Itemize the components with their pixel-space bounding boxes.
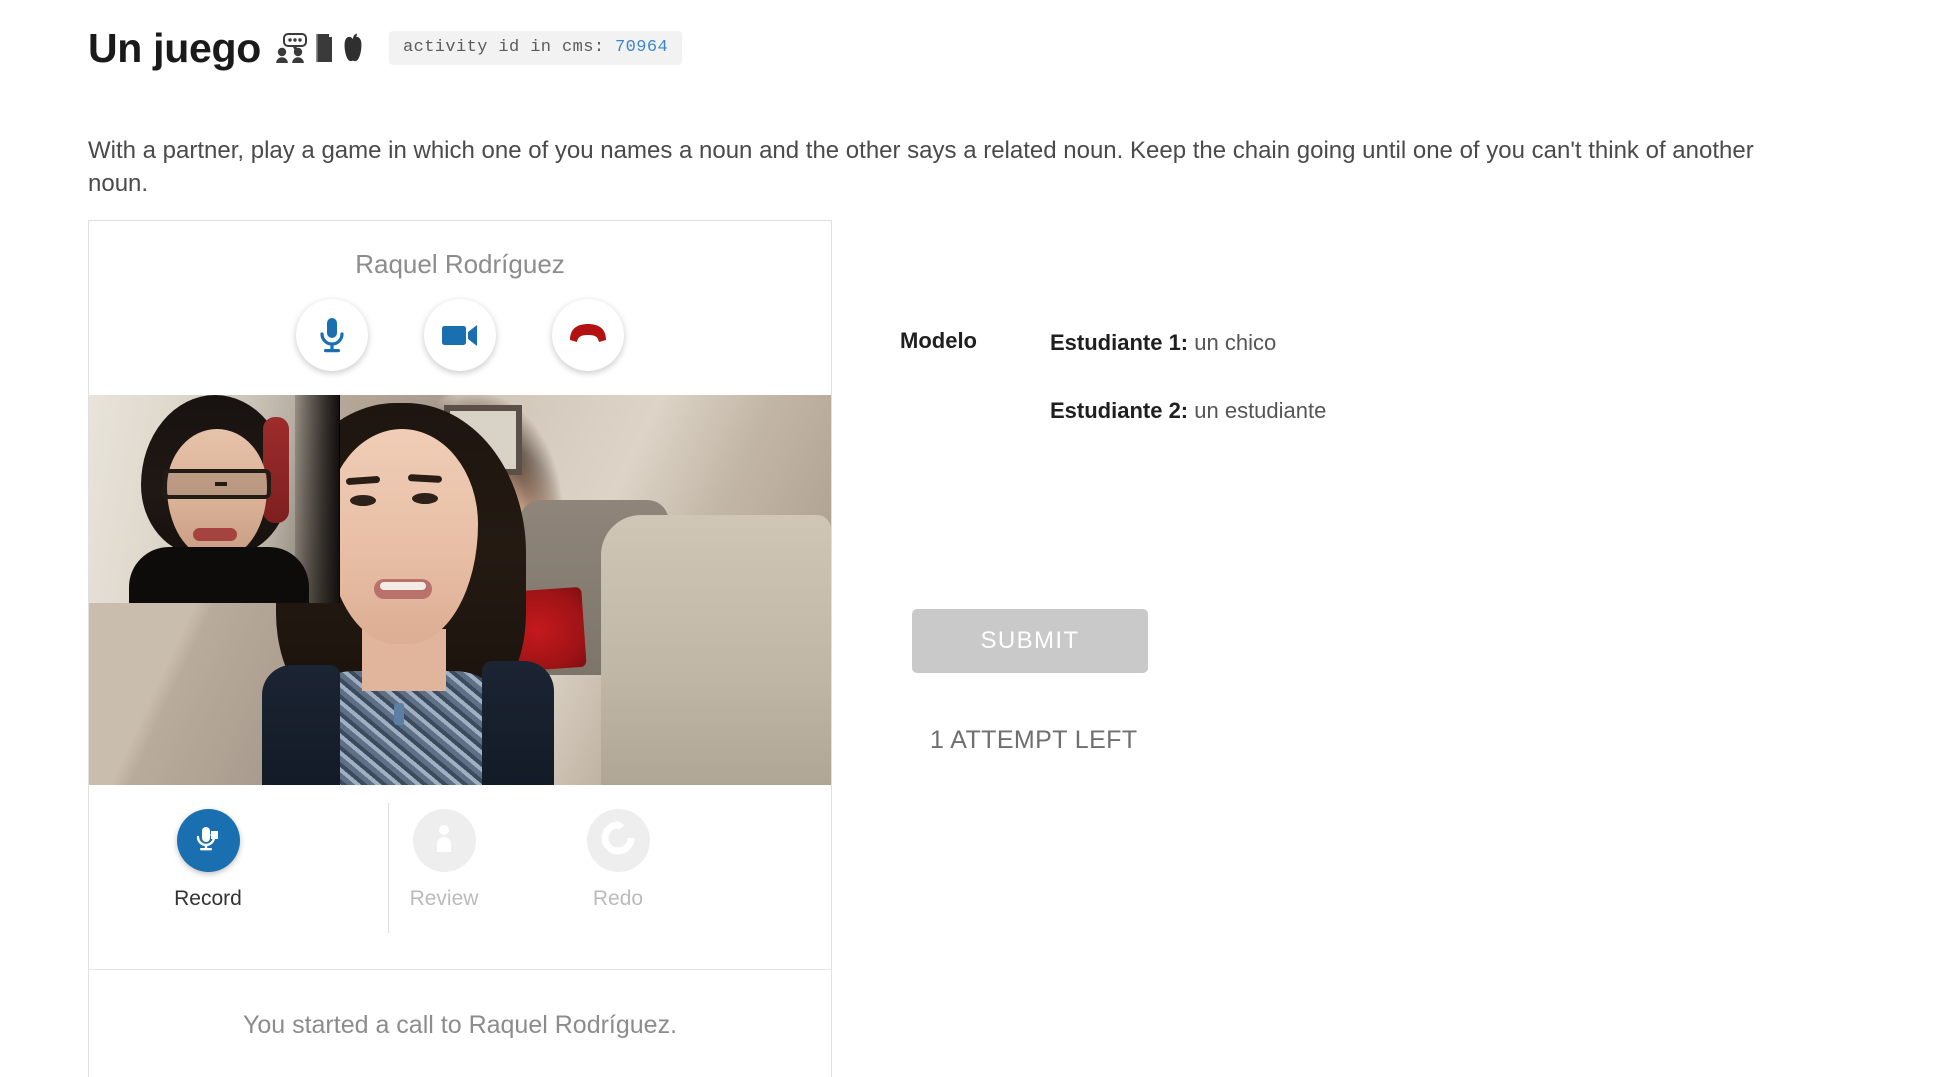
recorder-toolbar: Record Review Redo: [89, 785, 831, 970]
modelo-text: un estudiante: [1188, 398, 1327, 424]
recorder-divider: [388, 803, 389, 933]
remote-cardigan-left: [262, 665, 340, 785]
record-button[interactable]: Record: [129, 809, 287, 909]
title-icon-group: [275, 33, 365, 63]
remote-face: [326, 429, 478, 644]
video-stage: [89, 395, 831, 785]
camera-button[interactable]: [424, 299, 496, 371]
pair-conversation-icon: [275, 33, 307, 63]
remote-eye-right: [412, 493, 438, 504]
remote-mouth: [374, 579, 432, 599]
cms-badge-label: activity id in cms:: [402, 38, 605, 57]
refresh-circle-icon: [601, 821, 635, 860]
modelo-text: un chico: [1188, 330, 1277, 355]
modelo-speaker: Estudiante 2:: [1050, 398, 1189, 424]
page-title: Un juego: [88, 24, 261, 71]
activity-right-column: Modelo Estudiante 1: un chico Estudiante…: [900, 300, 1860, 753]
modelo-speaker: Estudiante 1:: [1050, 330, 1189, 355]
redo-icon-circle: [586, 809, 650, 872]
submit-button[interactable]: SUBMIT: [912, 608, 1148, 673]
video-camera-icon: [441, 322, 479, 348]
submit-area: SUBMIT 1 ATTEMPT LEFT: [900, 608, 1860, 754]
modelo-lines: Estudiante 1: un chico Estudiante 2: un …: [1050, 300, 1860, 467]
record-label: Record: [174, 887, 242, 910]
remote-eye-left: [350, 495, 376, 506]
self-glasses: [163, 469, 271, 499]
person-play-icon: [429, 822, 459, 859]
redo-button[interactable]: Redo: [539, 809, 697, 909]
hangup-button[interactable]: [552, 299, 624, 371]
modelo-label: Modelo: [900, 328, 977, 353]
remote-necklace: [394, 703, 404, 725]
review-label: Review: [409, 887, 479, 910]
callee-name: Raquel Rodríguez: [355, 249, 565, 279]
modelo-line: Estudiante 2: un estudiante: [1050, 398, 1860, 424]
apple-icon: [341, 33, 365, 63]
modelo-block: Modelo Estudiante 1: un chico Estudiante…: [900, 300, 1860, 467]
book-icon: [314, 33, 334, 63]
record-icon-circle: [176, 809, 240, 872]
microphone-icon: [315, 316, 349, 354]
cms-activity-id-badge: activity id in cms: 70964: [388, 31, 683, 65]
review-icon-circle: [412, 809, 476, 872]
modelo-line: Estudiante 1: un chico: [1050, 330, 1860, 356]
microphone-record-icon: [192, 822, 224, 859]
background-armchair: [601, 515, 831, 785]
cms-activity-id: 70964: [615, 38, 669, 57]
self-video-feed[interactable]: [89, 395, 340, 603]
instructions-text: With a partner, play a game in which one…: [88, 137, 1754, 198]
self-body: [129, 547, 309, 603]
page-header: Un juego activity id in cms: 70964: [88, 22, 683, 74]
self-mouth: [193, 528, 237, 541]
redo-label: Redo: [592, 887, 644, 910]
attempts-left-text: 1 ATTEMPT LEFT: [930, 725, 1138, 754]
video-call-card: Raquel Rodríguez Record Review Redo You …: [88, 220, 832, 1077]
remote-cardigan-right: [482, 661, 554, 785]
call-controls: [89, 299, 831, 371]
activity-page: Un juego activity id in cms: 70964 With …: [0, 0, 1935, 1077]
phone-hangup-icon: [568, 323, 608, 347]
microphone-button[interactable]: [296, 299, 368, 371]
call-status-message: You started a call to Raquel Rodríguez.: [242, 1011, 678, 1039]
